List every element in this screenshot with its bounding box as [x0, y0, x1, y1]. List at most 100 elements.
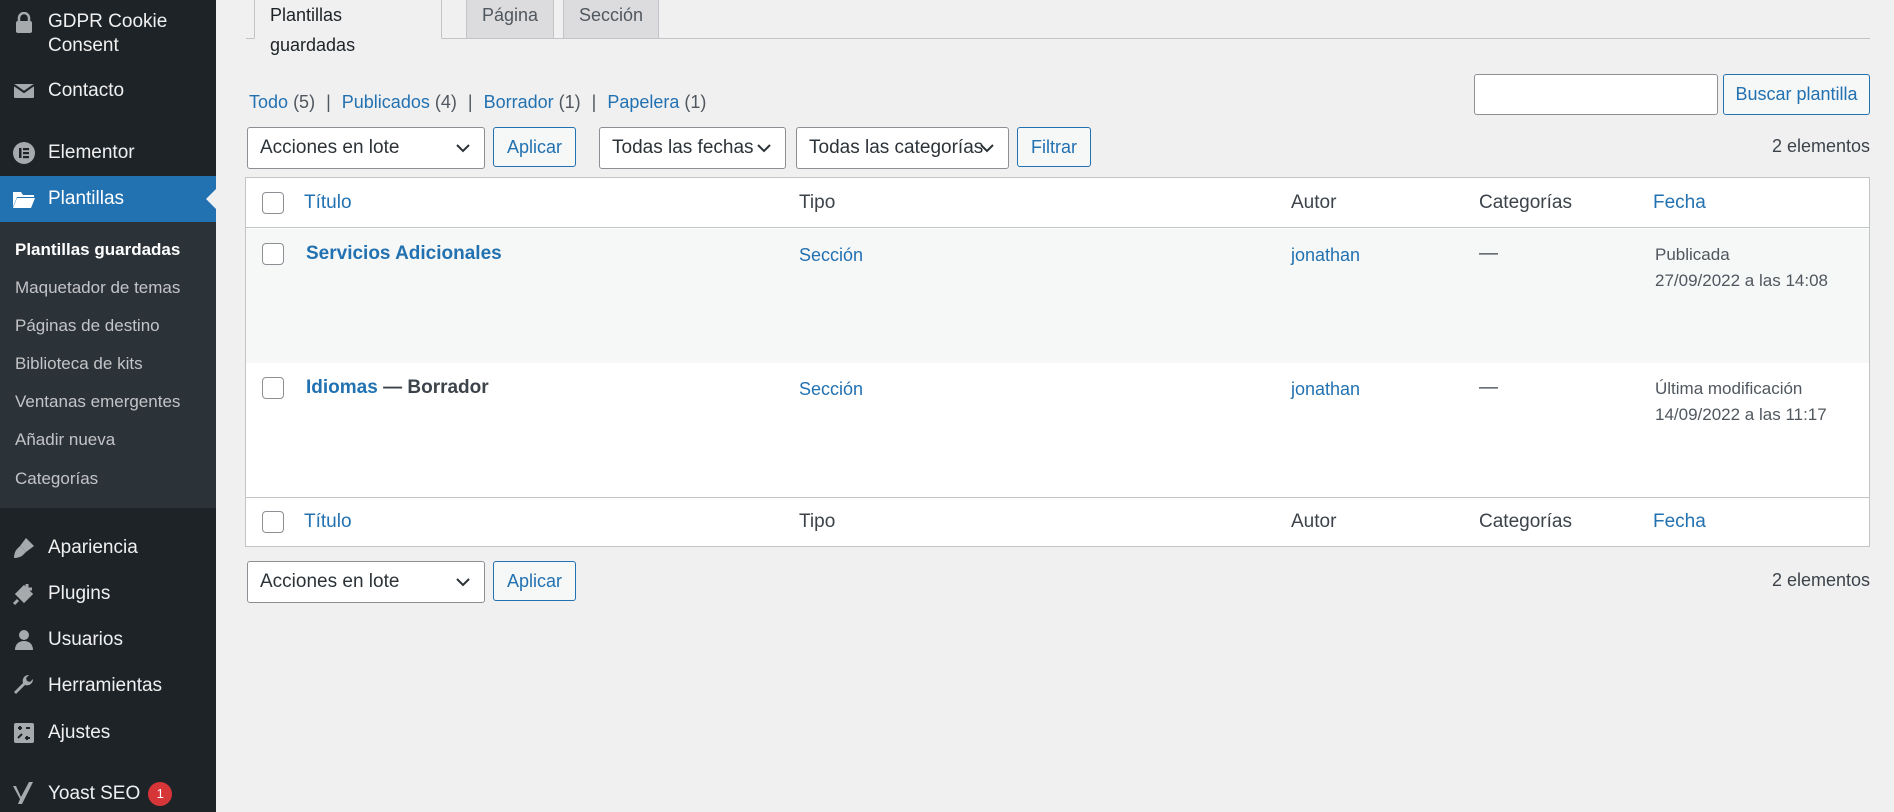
menu-label: GDPR Cookie Consent	[48, 11, 168, 56]
bulk-actions-value: Acciones en lote	[260, 137, 400, 158]
elementor-icon	[11, 140, 37, 166]
category-filter-value: Todas las categorías	[809, 137, 984, 158]
menu-item-yoast[interactable]: Yoast SEO 1	[0, 781, 216, 807]
table-header: Título Tipo Autor Categorías Fecha	[246, 178, 1869, 228]
template-type-link[interactable]: Sección	[799, 376, 863, 402]
table-footer: Título Tipo Autor Categorías Fecha	[246, 497, 1869, 546]
draft-state: — Borrador	[383, 377, 489, 398]
submenu-biblioteca-kits[interactable]: Biblioteca de kits	[15, 353, 143, 375]
menu-item-contacto[interactable]: Contacto	[0, 78, 216, 104]
date-filter-value: Todas las fechas	[612, 137, 754, 158]
template-author-link[interactable]: jonathan	[1291, 376, 1360, 402]
tab-plantillas-guardadas[interactable]: Plantillas guardadas	[254, 0, 442, 55]
menu-label: Herramientas	[48, 675, 163, 696]
chevron-down-icon	[456, 578, 470, 587]
menu-label: Ajustes	[48, 722, 111, 743]
lock-icon	[11, 10, 37, 36]
yoast-label: Yoast SEO	[48, 783, 141, 804]
column-date-sort[interactable]: Fecha	[1653, 190, 1706, 216]
view-trash-count: (1)	[684, 92, 707, 112]
column-categories: Categorías	[1479, 511, 1572, 532]
select-all-checkbox[interactable]	[262, 511, 284, 533]
notification-badge: 1	[148, 781, 173, 806]
menu-item-ajustes[interactable]: Ajustes	[0, 720, 216, 746]
menu-item-elementor[interactable]: Elementor	[0, 140, 216, 166]
view-draft-link[interactable]: Borrador	[484, 92, 554, 112]
menu-item-plugins[interactable]: Plugins	[0, 581, 216, 607]
submenu-paginas-destino[interactable]: Páginas de destino	[15, 315, 160, 337]
tab-pagina[interactable]: Página	[466, 0, 554, 39]
item-count-bottom: 2 elementos	[1771, 570, 1870, 590]
separator: |	[467, 92, 473, 112]
column-type: Tipo	[799, 192, 836, 213]
menu-item-gdpr[interactable]: GDPR Cookie Consent	[0, 10, 216, 58]
view-published-link[interactable]: Publicados	[342, 92, 430, 112]
view-draft-count: (1)	[558, 92, 581, 112]
template-title-link[interactable]: Servicios Adicionales	[306, 241, 502, 267]
menu-label: Elementor	[48, 142, 135, 163]
select-all-checkbox[interactable]	[262, 192, 284, 214]
column-author: Autor	[1291, 511, 1337, 532]
date-value: 14/09/2022 a las 11:17	[1655, 405, 1827, 424]
folder-icon	[11, 186, 37, 212]
filter-button[interactable]: Filtrar	[1017, 127, 1091, 167]
menu-label: Yoast SEO 1	[48, 781, 173, 806]
admin-sidebar: GDPR Cookie Consent Contacto Elementor P…	[0, 0, 216, 812]
search-input[interactable]	[1474, 74, 1718, 115]
templates-table: Título Tipo Autor Categorías Fecha Servi…	[245, 177, 1870, 547]
menu-label: Plugins	[48, 583, 111, 604]
apply-button-bottom[interactable]: Aplicar	[493, 561, 576, 601]
menu-item-apariencia[interactable]: Apariencia	[0, 535, 216, 561]
template-type-link[interactable]: Sección	[799, 242, 863, 268]
item-count-top: 2 elementos	[1771, 136, 1870, 156]
column-title-sort[interactable]: Título	[304, 190, 352, 216]
menu-label: Apariencia	[48, 537, 138, 558]
mail-icon	[11, 78, 37, 104]
template-date: Publicada 27/09/2022 a las 14:08	[1655, 242, 1828, 294]
date-filter-select[interactable]: Todas las fechas	[599, 127, 786, 169]
chevron-down-icon	[456, 144, 470, 153]
yoast-icon	[11, 781, 37, 807]
bulk-actions-select-top[interactable]: Acciones en lote	[247, 127, 485, 169]
row-checkbox[interactable]	[262, 377, 284, 399]
view-trash-link[interactable]: Papelera	[607, 92, 679, 112]
submenu-categorias[interactable]: Categorías	[15, 468, 98, 490]
submenu-anadir-nueva[interactable]: Añadir nueva	[15, 429, 115, 451]
row-checkbox[interactable]	[262, 243, 284, 265]
view-all-count: (5)	[293, 92, 316, 112]
date-value: 27/09/2022 a las 14:08	[1655, 271, 1828, 290]
template-date: Última modificación 14/09/2022 a las 11:…	[1655, 376, 1827, 428]
menu-item-usuarios[interactable]: Usuarios	[0, 627, 216, 653]
submenu-plantillas-guardadas[interactable]: Plantillas guardadas	[15, 239, 180, 261]
column-date-sort[interactable]: Fecha	[1653, 509, 1706, 535]
apply-button-top[interactable]: Aplicar	[493, 127, 576, 167]
submenu-maquetador-temas[interactable]: Maquetador de temas	[15, 277, 180, 299]
tab-seccion[interactable]: Sección	[563, 0, 659, 39]
plugin-icon	[11, 581, 37, 607]
view-all-link[interactable]: Todo	[249, 92, 288, 112]
menu-label: Contacto	[48, 80, 125, 101]
view-published-count: (4)	[434, 92, 457, 112]
chevron-down-icon	[757, 144, 771, 153]
template-title-cell: Idiomas — Borrador	[306, 375, 489, 401]
menu-label: Plantillas	[48, 188, 125, 209]
menu-item-plantillas[interactable]: Plantillas	[0, 176, 216, 222]
menu-item-herramientas[interactable]: Herramientas	[0, 673, 216, 699]
column-categories: Categorías	[1479, 192, 1572, 213]
status-views: Todo (5) | Publicados (4) | Borrador (1)…	[249, 92, 706, 113]
template-title-link[interactable]: Idiomas	[306, 377, 378, 398]
template-author-link[interactable]: jonathan	[1291, 242, 1360, 268]
separator: |	[591, 92, 597, 112]
table-row: Idiomas — Borrador Sección jonathan — Úl…	[246, 363, 1869, 497]
table-row: Servicios Adicionales Sección jonathan —…	[246, 229, 1869, 363]
search-button[interactable]: Buscar plantilla	[1723, 74, 1870, 115]
category-filter-select[interactable]: Todas las categorías	[796, 127, 1009, 169]
chevron-down-icon	[980, 144, 994, 153]
user-icon	[11, 627, 37, 653]
column-type: Tipo	[799, 511, 836, 532]
bulk-actions-select-bottom[interactable]: Acciones en lote	[247, 561, 485, 603]
submenu-ventanas-emergentes[interactable]: Ventanas emergentes	[15, 391, 180, 413]
column-title-sort[interactable]: Título	[304, 509, 352, 535]
paintbrush-icon	[11, 535, 37, 561]
template-categories: —	[1479, 243, 1498, 264]
